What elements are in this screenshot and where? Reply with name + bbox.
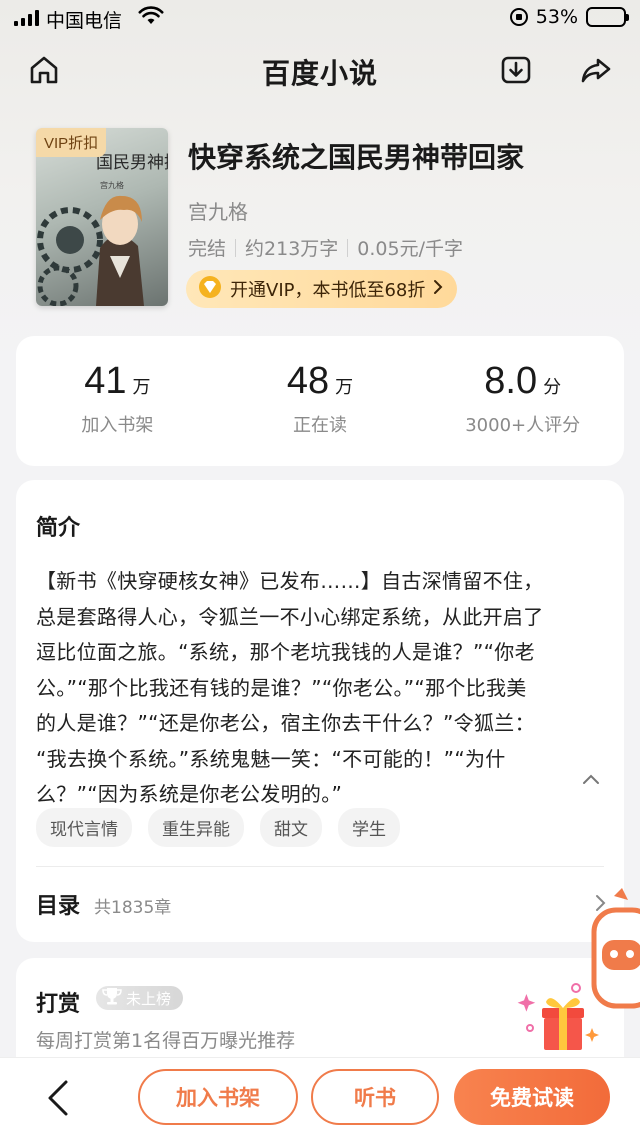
stat-bookshelf: 41 万 加入书架 [16, 336, 219, 466]
reward-heading: 打赏 [36, 992, 81, 1017]
diamond-icon [198, 275, 222, 303]
cover-title-text: 国民男神撩回家 [96, 153, 168, 173]
intro-line: 总是套路得人心，令狐兰一不小心绑定系统，从此开启了 [36, 604, 544, 629]
book-price: 0.05元/千字 [357, 238, 463, 260]
status-bar: 中国电信 53% [0, 0, 640, 36]
intro-line: “我去换个系统。”系统鬼魅一笑：“不可能的！”“为什 [36, 746, 506, 771]
intro-line: 公。”“那个比我还有钱的是谁？”“你老公。”“那个比我美 [36, 675, 527, 700]
vip-banner[interactable]: 开通VIP，本书低至68折 [186, 270, 458, 308]
book-header: 国民男神撩回家 宫九格 VIP折扣 快穿系统之国民男神带回家 宫九格 完结 约2… [36, 128, 616, 308]
meta-divider [347, 238, 349, 257]
chapter-count: 共1835章 [94, 898, 172, 918]
rank-badge-text: 未上榜 [126, 989, 172, 1008]
divider [36, 866, 604, 867]
tag-item[interactable]: 学生 [338, 808, 400, 847]
wifi-icon [138, 6, 164, 31]
intro-heading: 简介 [36, 516, 81, 541]
stat-value: 48 [286, 360, 330, 402]
tag-item[interactable]: 重生异能 [148, 808, 244, 847]
chevron-up-icon[interactable] [582, 770, 600, 789]
table-of-contents-row[interactable]: 目录 共1835章 [36, 888, 171, 920]
trophy-icon [102, 987, 122, 1009]
intro-card: 简介 【新书《快穿硬核女神》已发布……】自古深情留不住， 总是套路得人心，令狐兰… [16, 480, 624, 942]
listen-button[interactable]: 听书 [311, 1069, 439, 1125]
rank-badge: 未上榜 [96, 986, 184, 1010]
cover-author-text: 宫九格 [100, 180, 124, 190]
stat-label: 正在读 [293, 415, 347, 436]
page-title: 百度小说 [261, 57, 378, 90]
book-cover[interactable]: 国民男神撩回家 宫九格 VIP折扣 [36, 128, 168, 306]
stat-rating[interactable]: 8.0 分 3000+人评分 [421, 336, 624, 466]
intro-line: 【新书《快穿硬核女神》已发布……】自古深情留不住， [36, 569, 544, 593]
intro-line: 逗比位面之旅。“系统，那个老坑我钱的人是谁？”“你老 [36, 640, 535, 664]
book-meta: 完结 约213万字 0.05元/千字 [188, 234, 463, 261]
meta-divider [235, 238, 237, 257]
toc-heading: 目录 [36, 894, 81, 919]
download-icon[interactable] [498, 52, 534, 88]
signal-icon [14, 10, 39, 26]
intro-text[interactable]: 【新书《快穿硬核女神》已发布……】自古深情留不住， 总是套路得人心，令狐兰一不小… [36, 564, 602, 813]
tag-list: 现代言情 重生异能 甜文 学生 [36, 808, 400, 847]
book-title: 快穿系统之国民男神带回家 [188, 141, 525, 174]
top-navigation: 百度小说 [0, 44, 640, 96]
stat-label: 3000+人评分 [465, 415, 581, 436]
share-icon[interactable] [578, 52, 614, 88]
stat-reading: 48 万 正在读 [219, 336, 422, 466]
vip-banner-text: 开通VIP，本书低至68折 [230, 280, 426, 301]
back-arrow-icon[interactable] [40, 1076, 80, 1120]
book-status: 完结 [188, 238, 227, 260]
stat-label: 加入书架 [81, 415, 154, 436]
battery-icon [586, 7, 629, 27]
stat-value: 8.0 [484, 360, 538, 402]
word-count: 约213万字 [245, 238, 339, 260]
reward-subtitle: 每周打赏第1名得百万曝光推荐 [36, 1030, 296, 1052]
tag-item[interactable]: 甜文 [260, 808, 322, 847]
battery-percentage: 53% [535, 6, 578, 28]
book-author[interactable]: 宫九格 [188, 196, 248, 225]
add-to-shelf-button[interactable]: 加入书架 [138, 1069, 298, 1125]
carrier-name: 中国电信 [46, 10, 123, 32]
stat-unit: 万 [132, 377, 151, 398]
free-read-button[interactable]: 免费试读 [454, 1069, 610, 1125]
rotation-lock-icon [509, 8, 528, 26]
tag-item[interactable]: 现代言情 [36, 808, 132, 847]
stat-unit: 分 [543, 377, 562, 398]
stats-card: 41 万 加入书架 48 万 正在读 8.0 分 3000+人评分 [16, 336, 624, 466]
chevron-right-icon [433, 279, 443, 300]
intro-line: 的人是谁？”“还是你老公，宿主你去干什么？”令狐兰： [36, 711, 535, 735]
vip-discount-tag: VIP折扣 [36, 128, 107, 157]
bottom-action-bar: 加入书架 听书 免费试读 [0, 1058, 640, 1139]
stat-unit: 万 [335, 377, 354, 398]
mascot-icon[interactable] [588, 888, 640, 1018]
stat-value: 41 [84, 360, 127, 402]
